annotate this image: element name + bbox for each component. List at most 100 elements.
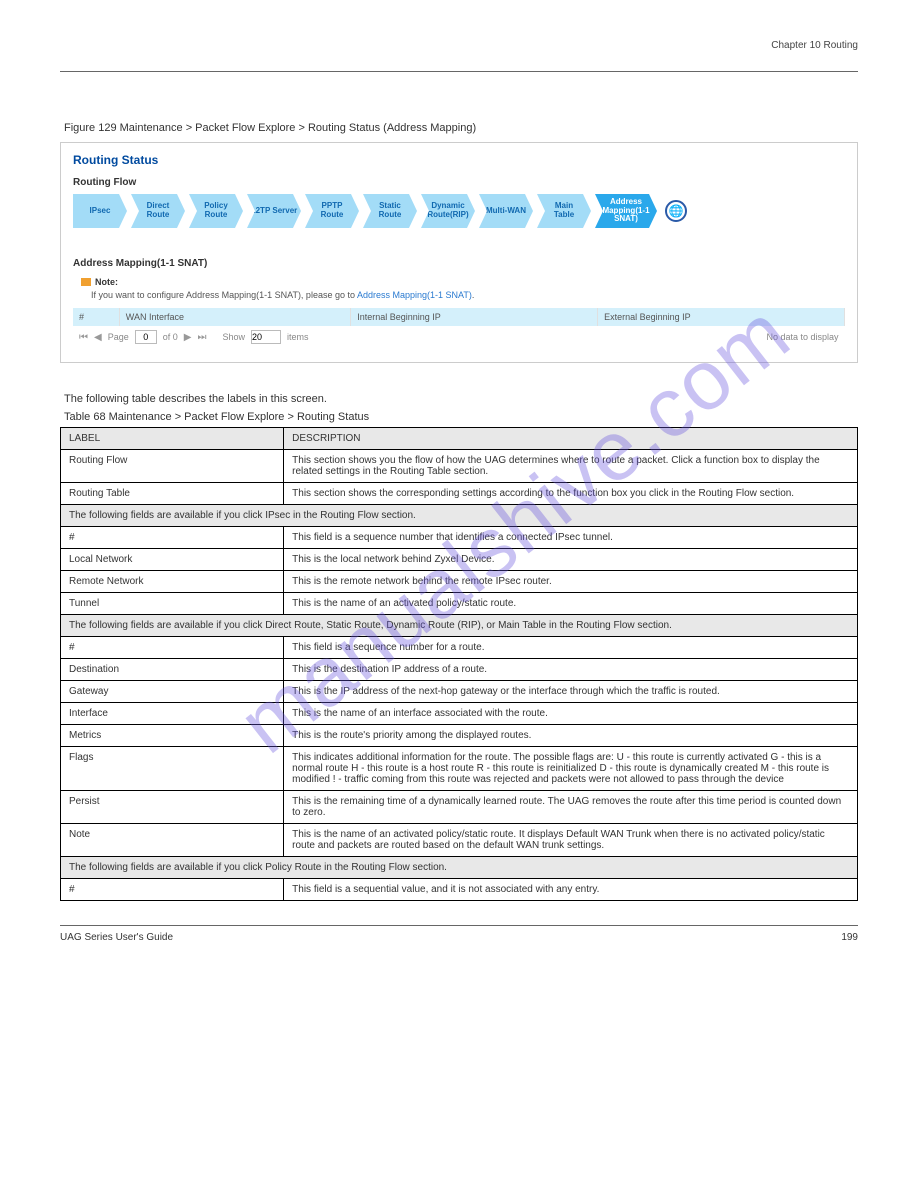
desc-cell: This is the name of an activated policy/… [284,824,858,857]
page-label: Page [108,332,129,342]
col-num[interactable]: # [73,308,119,326]
note-icon [81,278,91,286]
routing-flow-label: Routing Flow [73,177,845,188]
desc-cell: This is the name of an interface associa… [284,703,858,725]
desc-cell: This indicates additional information fo… [284,747,858,791]
table-row: InterfaceThis is the name of an interfac… [61,703,858,725]
col-wan[interactable]: WAN Interface [119,308,350,326]
desc-cell: This section shows you the flow of how t… [284,450,858,483]
label-cell: Flags [61,747,284,791]
note-row: Note: [81,277,845,287]
flow-static-route[interactable]: Static Route [363,194,417,228]
desc-cell: This field is a sequential value, and it… [284,879,858,901]
label-cell: # [61,527,284,549]
desc-cell: This field is a sequence number for a ro… [284,637,858,659]
note-prefix: If you want to configure Address Mapping… [91,290,357,300]
pager-controls: ⏮ ◀ Page of 0 ▶ ⏭ Show items [79,330,308,344]
section-cell: The following fields are available if yo… [61,505,858,527]
prev-page-icon[interactable]: ◀ [94,332,102,343]
desc-cell: This is the name of an activated policy/… [284,593,858,615]
label-cell: Persist [61,791,284,824]
ref-header-label: LABEL [61,428,284,450]
section-cell: The following fields are available if yo… [61,615,858,637]
table-row: GatewayThis is the IP address of the nex… [61,681,858,703]
table-row: The following fields are available if yo… [61,615,858,637]
flow-direct-route[interactable]: Direct Route [131,194,185,228]
table-row: #This field is a sequence number that id… [61,527,858,549]
first-page-icon[interactable]: ⏮ [79,332,88,343]
label-cell: Gateway [61,681,284,703]
table-row: Local NetworkThis is the local network b… [61,549,858,571]
table-row: FlagsThis indicates additional informati… [61,747,858,791]
data-table: # WAN Interface Internal Beginning IP Ex… [73,308,845,348]
col-internal[interactable]: Internal Beginning IP [351,308,598,326]
table-row: TunnelThis is the name of an activated p… [61,593,858,615]
table-row: MetricsThis is the route's priority amon… [61,725,858,747]
section-cell: The following fields are available if yo… [61,857,858,879]
label-cell: Tunnel [61,593,284,615]
label-cell: Note [61,824,284,857]
label-cell: Interface [61,703,284,725]
table-row: Routing TableThis section shows the corr… [61,483,858,505]
flow-policy-route[interactable]: Policy Route [189,194,243,228]
show-select[interactable] [251,330,281,344]
note-label: Note: [95,277,118,287]
table-row: NoteThis is the name of an activated pol… [61,824,858,857]
page-input[interactable] [135,330,157,344]
panel-title: Routing Status [73,153,845,167]
reference-table: LABEL DESCRIPTION Routing FlowThis secti… [60,427,858,901]
label-cell: Routing Table [61,483,284,505]
flow-l2tp-server[interactable]: L2TP Server [247,194,301,228]
ref-header-desc: DESCRIPTION [284,428,858,450]
table-row: DestinationThis is the destination IP ad… [61,659,858,681]
flow-pptp-route[interactable]: PPTP Route [305,194,359,228]
desc-cell: This is the IP address of the next-hop g… [284,681,858,703]
globe-icon: 🌐 [665,200,687,222]
of-label: of 0 [163,332,178,342]
flow-dynamic-route[interactable]: Dynamic Route(RIP) [421,194,475,228]
footer-left: UAG Series User's Guide [60,932,173,943]
table-row: Remote NetworkThis is the remote network… [61,571,858,593]
caption-text: The following table describes the labels… [64,393,858,405]
figure-label: Figure 129 Maintenance > Packet Flow Exp… [64,122,858,134]
label-cell: Routing Flow [61,450,284,483]
note-link[interactable]: Address Mapping(1-1 SNAT) [357,290,472,300]
items-label: items [287,332,309,342]
next-page-icon[interactable]: ▶ [184,332,192,343]
flow-ipsec[interactable]: IPsec [73,194,127,228]
show-label: Show [222,332,245,342]
flow-multi-wan[interactable]: Multi-WAN [479,194,533,228]
label-cell: Destination [61,659,284,681]
desc-cell: This field is a sequence number that ide… [284,527,858,549]
desc-cell: This is the remote network behind the re… [284,571,858,593]
routing-status-panel: Routing Status Routing Flow IPsec Direct… [60,142,858,363]
label-cell: Metrics [61,725,284,747]
table-row: The following fields are available if yo… [61,505,858,527]
table-row: #This field is a sequential value, and i… [61,879,858,901]
label-cell: Local Network [61,549,284,571]
note-suffix: . [472,290,475,300]
section-title: Address Mapping(1-1 SNAT) [73,258,845,269]
table-row: The following fields are available if yo… [61,857,858,879]
flow-main-table[interactable]: Main Table [537,194,591,228]
chapter-header: Chapter 10 Routing [60,40,858,51]
table-caption: Table 68 Maintenance > Packet Flow Explo… [64,411,858,423]
last-page-icon[interactable]: ⏭ [197,332,206,343]
table-row: Routing FlowThis section shows you the f… [61,450,858,483]
col-external[interactable]: External Beginning IP [598,308,845,326]
label-cell: Remote Network [61,571,284,593]
table-row: #This field is a sequence number for a r… [61,637,858,659]
header-rule [60,71,858,72]
desc-cell: This is the local network behind Zyxel D… [284,549,858,571]
desc-cell: This section shows the corresponding set… [284,483,858,505]
no-data-text: No data to display [766,332,838,342]
desc-cell: This is the route's priority among the d… [284,725,858,747]
table-row: PersistThis is the remaining time of a d… [61,791,858,824]
flow-row: IPsec Direct Route Policy Route L2TP Ser… [73,194,845,228]
label-cell: # [61,879,284,901]
footer-right: 199 [841,932,858,943]
label-cell: # [61,637,284,659]
flow-address-mapping[interactable]: Address Mapping(1-1 SNAT) [595,194,657,228]
footer: UAG Series User's Guide 199 [60,925,858,943]
note-text: If you want to configure Address Mapping… [91,290,845,300]
